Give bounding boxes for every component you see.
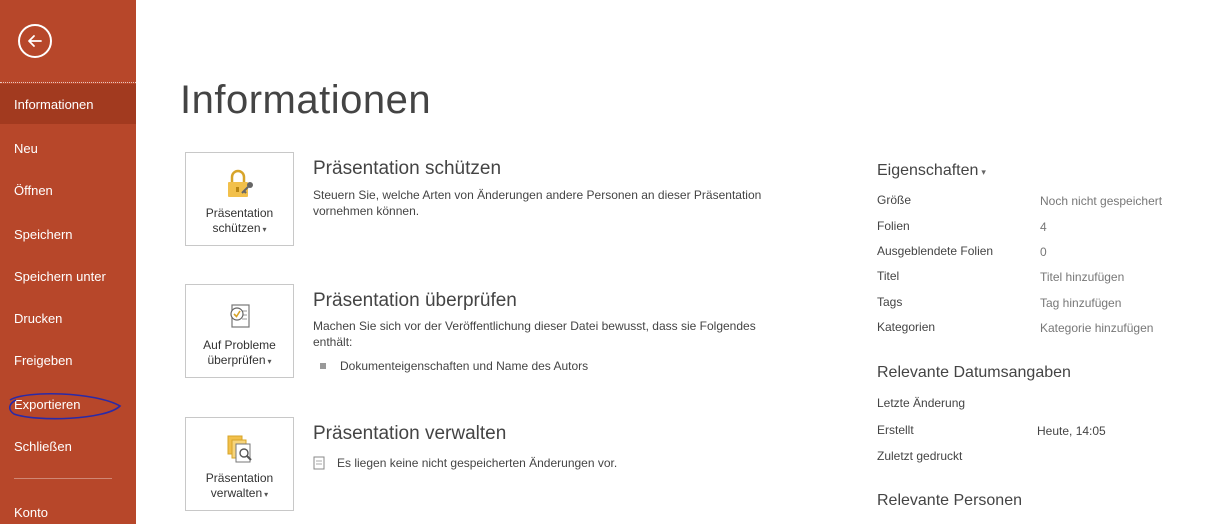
- date-label-created: Erstellt: [877, 423, 914, 437]
- prop-value-hidden-slides: 0: [1040, 245, 1047, 259]
- date-label-printed: Zuletzt gedruckt: [877, 449, 963, 463]
- section-desc-inspect: Machen Sie sich vor der Veröffentlichung…: [313, 319, 756, 349]
- list-item: Dokumenteigenschaften und Name des Autor…: [320, 359, 588, 373]
- sidebar-item-neu[interactable]: Neu: [0, 128, 136, 168]
- back-arrow-icon[interactable]: [18, 24, 52, 58]
- document-search-icon: [227, 435, 252, 463]
- prop-value-size: Noch nicht gespeichert: [1040, 194, 1163, 208]
- protect-button-label: Präsentation schützen ▾: [205, 206, 274, 235]
- prop-label-categories: Kategorien: [877, 320, 936, 334]
- page-title: Informationen: [180, 78, 432, 122]
- chevron-down-icon: ▾: [981, 167, 986, 177]
- prop-label-tags: Tags: [877, 295, 903, 309]
- section-desc-protect: Steuern Sie, welche Arten von Änderungen…: [313, 188, 762, 218]
- date-value-created: Heute, 14:05: [1037, 424, 1106, 438]
- dates-heading: Relevante Datumsangaben: [877, 364, 1071, 381]
- sidebar-item-drucken[interactable]: Drucken: [0, 298, 136, 338]
- prop-value-categories-input[interactable]: Kategorie hinzufügen: [1040, 321, 1153, 335]
- properties-heading[interactable]: Eigenschaften ▾: [877, 162, 986, 180]
- arrow-left-icon: [28, 35, 42, 47]
- bullet-square-icon: [320, 363, 326, 369]
- hand-drawn-circle-annotation: [8, 393, 122, 420]
- prop-label-title: Titel: [877, 269, 900, 283]
- sidebar-item-konto[interactable]: Konto: [0, 492, 136, 524]
- prop-value-tags-input[interactable]: Tag hinzufügen: [1040, 296, 1121, 310]
- backstage-sidebar: Informationen Neu Öffnen Speichern Speic…: [0, 0, 136, 524]
- prop-label-slides: Folien: [877, 219, 910, 233]
- chevron-down-icon: ▾: [262, 225, 267, 234]
- prop-label-hidden-slides: Ausgeblendete Folien: [877, 244, 994, 258]
- sidebar-item-informationen[interactable]: Informationen: [0, 84, 136, 124]
- manage-button-label: Präsentation verwalten ▾: [205, 471, 274, 500]
- protect-presentation-button[interactable]: Präsentation schützen ▾: [185, 152, 294, 246]
- prop-label-size: Größe: [877, 193, 912, 207]
- inspect-button-label: Auf Probleme überprüfen ▾: [203, 338, 276, 367]
- people-heading: Relevante Personen: [877, 492, 1022, 509]
- sidebar-divider: [0, 82, 136, 83]
- section-title-manage: Präsentation verwalten: [313, 423, 507, 444]
- chevron-down-icon: ▾: [267, 357, 272, 366]
- section-title-inspect: Präsentation überprüfen: [313, 290, 517, 311]
- sidebar-item-freigeben[interactable]: Freigeben: [0, 340, 136, 380]
- sidebar-item-speichern[interactable]: Speichern: [0, 214, 136, 254]
- lock-key-icon: [227, 169, 253, 197]
- document-check-icon: [229, 304, 250, 328]
- manage-presentation-button[interactable]: Präsentation verwalten ▾: [185, 417, 294, 511]
- sidebar-item-speichern-unter[interactable]: Speichern unter: [0, 256, 136, 296]
- section-title-protect: Präsentation schützen: [313, 158, 502, 179]
- document-icon: [313, 456, 325, 470]
- chevron-down-icon: ▾: [264, 490, 269, 499]
- date-label-modified: Letzte Änderung: [877, 396, 966, 410]
- sidebar-item-oeffnen[interactable]: Öffnen: [0, 170, 136, 210]
- inspect-problems-button[interactable]: Auf Probleme überprüfen ▾: [185, 284, 294, 378]
- prop-value-slides: 4: [1040, 220, 1047, 234]
- sidebar-separator: [14, 478, 112, 479]
- sidebar-item-schliessen[interactable]: Schließen: [0, 426, 136, 466]
- unsaved-changes-note: Es liegen keine nicht gespeicherten Ände…: [313, 456, 617, 470]
- prop-value-title-input[interactable]: Titel hinzufügen: [1040, 270, 1124, 284]
